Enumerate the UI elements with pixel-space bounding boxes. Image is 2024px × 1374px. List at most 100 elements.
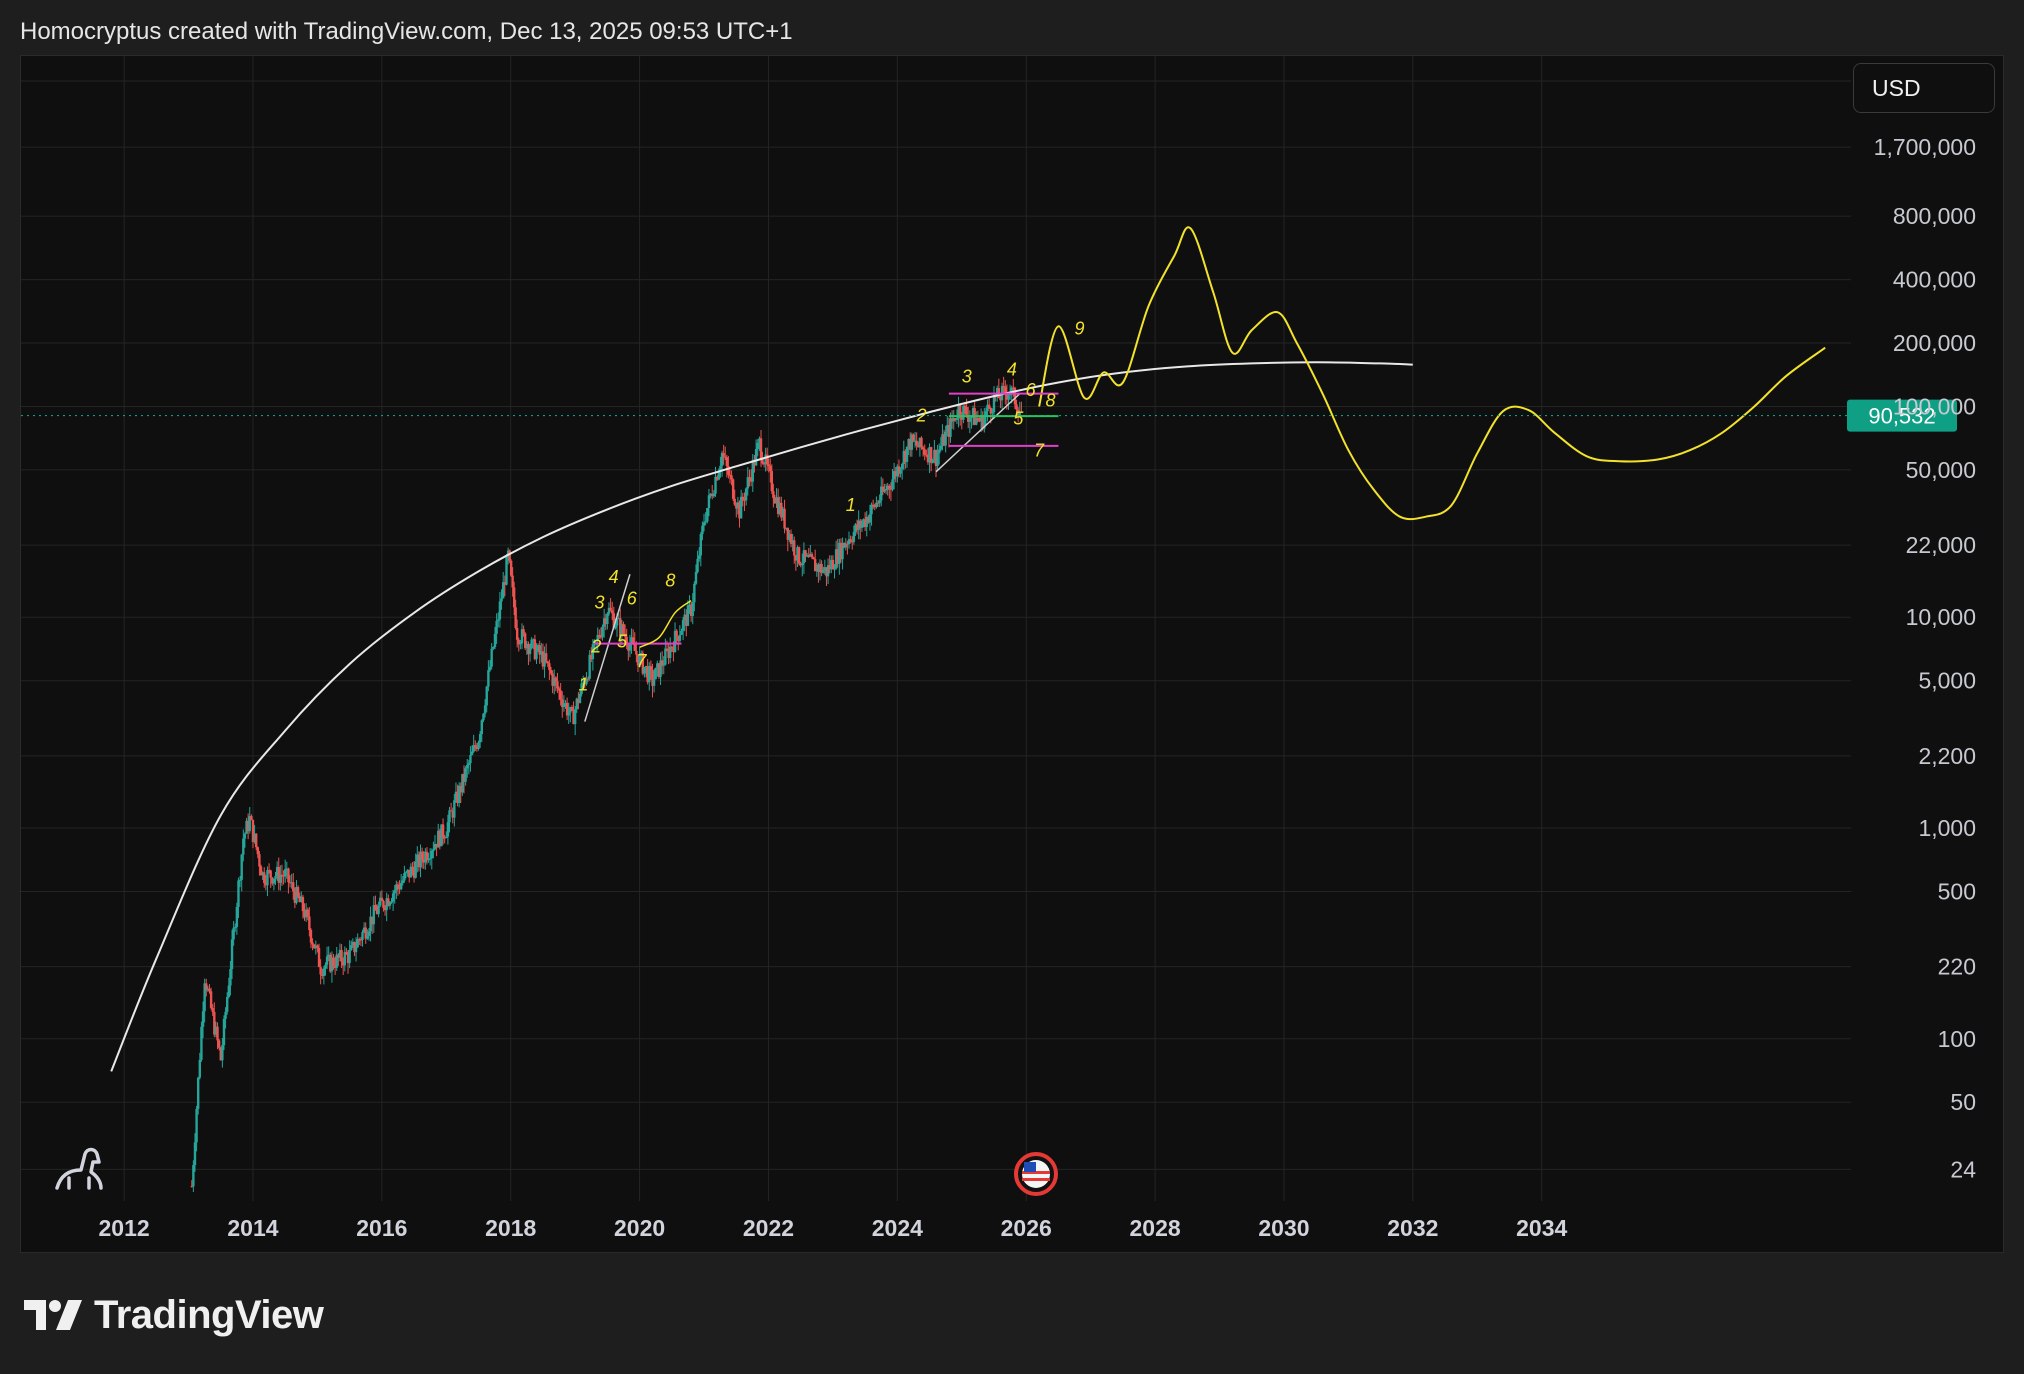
candle-body <box>354 947 358 953</box>
wave-label: 8 <box>665 570 675 590</box>
candle-body <box>306 909 309 917</box>
wave-label: 5 <box>1013 409 1024 429</box>
candle-body <box>242 838 245 855</box>
candle-body <box>243 833 247 839</box>
candle-body <box>921 447 925 450</box>
x-tick-label: 2012 <box>99 1215 150 1241</box>
candle-body <box>380 897 384 901</box>
wave-label: 4 <box>1007 360 1017 380</box>
candle-body <box>208 988 211 992</box>
candle-body <box>345 952 348 955</box>
grid-layer <box>21 56 1851 1201</box>
candle-body <box>912 434 915 441</box>
candle-body <box>225 996 229 1012</box>
candle-body <box>488 666 492 671</box>
candle-body <box>654 667 657 680</box>
brand: TradingView <box>24 1290 324 1340</box>
axis-layer: 2012 2014 2016 2018 2020 2022 2024 2026 2028 2030… <box>99 68 1977 1241</box>
candle-body <box>567 712 570 716</box>
candle-body <box>717 471 720 480</box>
candle-body <box>217 1040 221 1048</box>
x-tick-label: 2016 <box>356 1215 407 1241</box>
candle-body <box>448 810 451 823</box>
candle-body <box>915 440 918 446</box>
candle-body <box>987 404 991 408</box>
candle-body <box>991 412 994 414</box>
candle-body <box>343 952 346 966</box>
candle-body <box>741 496 744 500</box>
candle-body <box>870 504 873 515</box>
y-tick-label: 1,700,000 <box>1874 134 1976 160</box>
candle-body <box>316 945 319 948</box>
candle-body <box>797 547 801 564</box>
candle-body <box>195 1108 198 1143</box>
candle-body <box>681 620 685 631</box>
wave-label: 1 <box>846 495 856 515</box>
candle-body <box>324 964 327 969</box>
y-tick-label: 200,000 <box>1893 330 1976 356</box>
candle-body <box>900 464 904 469</box>
candle-body <box>515 627 519 640</box>
currency-button[interactable]: USD <box>1853 63 1995 113</box>
candle-body <box>810 553 814 558</box>
candle-body <box>606 613 609 625</box>
candle-body <box>697 555 701 559</box>
candle-body <box>528 648 532 655</box>
candle-body <box>483 705 487 714</box>
candle-body <box>702 522 706 526</box>
price-chart[interactable]: 90,532 12345678123 456789 2012 2014 2016 201… <box>21 56 2005 1254</box>
candle-body <box>414 861 417 878</box>
candle-body <box>308 916 311 930</box>
candle-body <box>211 1007 214 1012</box>
candle-body <box>445 836 448 839</box>
x-tick-label: 2022 <box>743 1215 794 1241</box>
candle-body <box>200 1026 203 1060</box>
candle-body <box>1007 395 1010 400</box>
us-flag-event-icon[interactable] <box>1014 1152 1058 1196</box>
candle-body <box>649 666 653 671</box>
candle-body <box>201 1011 205 1027</box>
candle-body <box>905 446 909 462</box>
candle-body <box>474 745 477 747</box>
projection-line <box>1038 226 1826 521</box>
candle-body <box>731 479 735 499</box>
candle-body <box>562 703 566 707</box>
candle-body <box>446 822 450 837</box>
chart-frame[interactable]: 90,532 12345678123456789 2012 2014 2016 201… <box>20 55 2004 1253</box>
x-tick-label: 2024 <box>872 1215 923 1241</box>
candle-body <box>350 945 353 950</box>
candle-body <box>272 878 276 884</box>
candle-body <box>309 929 313 943</box>
candle-body <box>509 560 513 576</box>
candle-body <box>332 957 335 967</box>
candle-body <box>955 418 959 420</box>
candle-body <box>198 1059 202 1078</box>
candle-body <box>878 500 881 504</box>
y-tick-label: 220 <box>1938 954 1976 980</box>
y-tick-label: 800,000 <box>1893 203 1976 229</box>
candle-body <box>209 991 213 1008</box>
candle-body <box>704 521 707 523</box>
candle-body <box>283 869 287 877</box>
candle-body <box>420 851 424 860</box>
candle-body <box>611 610 614 614</box>
candle-body <box>404 872 408 874</box>
candle-body <box>939 445 943 450</box>
candle-body <box>578 693 582 704</box>
candle-body <box>631 637 635 643</box>
candle-body <box>701 525 704 535</box>
candle-body <box>366 935 369 939</box>
x-tick-label: 2020 <box>614 1215 665 1241</box>
y-tick-label: 2,200 <box>1918 743 1976 769</box>
candle-body <box>258 854 261 867</box>
candle-body <box>554 677 558 682</box>
candle-body <box>931 459 934 463</box>
candle-body <box>411 866 414 870</box>
candle-body <box>319 966 322 975</box>
candle-body <box>678 634 682 641</box>
y-tick-label: 24 <box>1950 1156 1976 1182</box>
y-tick-label: 10,000 <box>1906 604 1976 630</box>
candle-body <box>224 1011 227 1019</box>
candle-body <box>812 557 815 560</box>
arc-curve-line <box>110 361 1413 1072</box>
